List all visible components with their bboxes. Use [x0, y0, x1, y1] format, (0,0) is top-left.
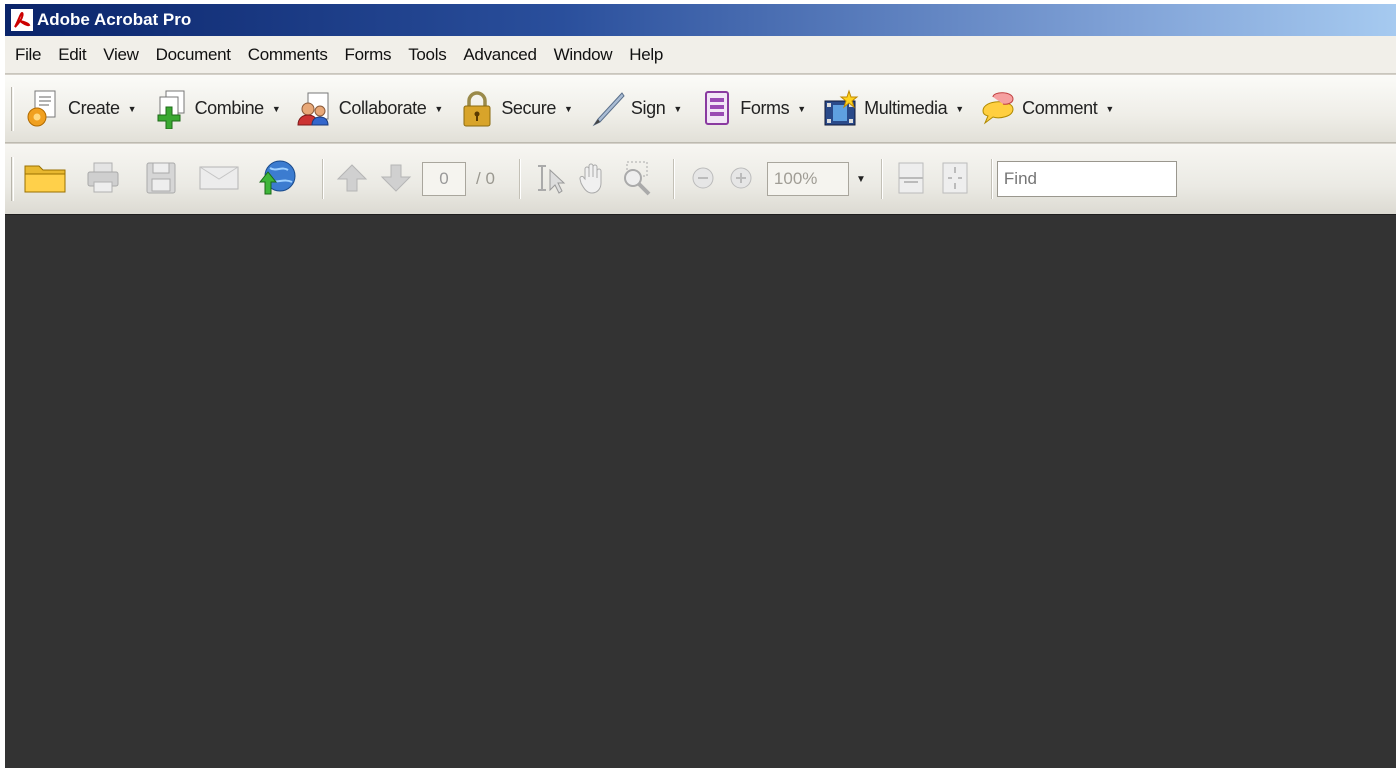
toolbar-separator — [880, 159, 883, 199]
acrobat-logo-icon — [11, 9, 33, 31]
arrow-down-icon — [380, 162, 412, 197]
marquee-zoom-button[interactable] — [619, 156, 655, 202]
menu-bar: File Edit View Document Comments Forms T… — [5, 36, 1396, 74]
title-bar: Adobe Acrobat Pro — [5, 4, 1396, 36]
document-area[interactable] — [5, 214, 1396, 768]
page-number-input[interactable]: 0 — [422, 162, 466, 196]
previous-page-button — [334, 156, 370, 202]
fit-width-icon — [896, 161, 926, 198]
next-page-button — [378, 156, 414, 202]
menu-help[interactable]: Help — [623, 45, 669, 65]
menu-document[interactable]: Document — [150, 45, 237, 65]
zoom-in-button — [723, 156, 759, 202]
chevron-down-icon: ▼ — [127, 103, 137, 114]
acrobat-window: Adobe Acrobat Pro File Edit View Documen… — [5, 4, 1396, 768]
sign-label: Sign — [630, 98, 666, 118]
toolbar-separator — [322, 159, 324, 199]
multimedia-label: Multimedia — [864, 98, 948, 118]
multimedia-button[interactable]: Multimedia ▼ — [818, 84, 970, 134]
toolbar-separator — [518, 159, 521, 199]
forms-label: Forms — [740, 98, 790, 118]
zoom-out-icon — [690, 165, 716, 194]
zoom-dropdown[interactable]: ▼ — [851, 162, 871, 196]
combine-files-icon — [151, 88, 191, 130]
email-button — [196, 156, 242, 202]
zoom-level-field[interactable]: 100% — [766, 162, 849, 196]
menu-comments[interactable]: Comments — [242, 45, 334, 65]
chevron-down-icon: ▼ — [434, 103, 444, 114]
collaborate-label: Collaborate — [338, 98, 427, 118]
lock-icon — [457, 88, 497, 130]
globe-upload-icon — [256, 158, 298, 201]
hand-icon — [576, 161, 610, 198]
save-button — [138, 156, 184, 202]
create-button[interactable]: Create ▼ — [22, 84, 143, 134]
chevron-down-icon: ▼ — [797, 103, 807, 114]
chevron-down-icon: ▼ — [855, 173, 866, 185]
toolbar-grip[interactable] — [11, 157, 14, 201]
floppy-disk-icon — [145, 161, 177, 198]
upload-share-button[interactable] — [254, 156, 300, 202]
zoom-marquee-icon — [619, 160, 655, 199]
printer-icon — [85, 161, 121, 198]
comment-icon — [978, 88, 1018, 130]
toolbar-separator — [672, 159, 675, 199]
toolbar-grip[interactable] — [11, 86, 14, 131]
chevron-down-icon: ▼ — [955, 103, 965, 114]
combine-label: Combine — [194, 98, 265, 118]
combine-button[interactable]: Combine ▼ — [149, 84, 287, 134]
comment-button[interactable]: Comment ▼ — [976, 84, 1120, 134]
zoom-in-icon — [728, 165, 754, 194]
create-pdf-icon — [24, 88, 64, 130]
menu-file[interactable]: File — [9, 45, 47, 65]
fit-page-button — [937, 156, 973, 202]
file-toolbar: 0 / 0 100% ▼ Find — [5, 144, 1396, 214]
toolbar-separator — [990, 159, 993, 199]
menu-window[interactable]: Window — [548, 45, 619, 65]
chevron-down-icon: ▼ — [563, 103, 573, 114]
open-button[interactable] — [22, 156, 68, 202]
fit-page-icon — [940, 161, 970, 198]
page-total: / 0 — [476, 169, 495, 188]
envelope-icon — [198, 163, 240, 196]
forms-button[interactable]: Forms ▼ — [694, 84, 812, 134]
menu-tools[interactable]: Tools — [402, 45, 452, 65]
menu-forms[interactable]: Forms — [339, 45, 398, 65]
chevron-down-icon: ▼ — [271, 103, 281, 114]
find-input[interactable] — [996, 161, 1177, 197]
tasks-toolbar: Create ▼ Combine ▼ Collaborate ▼ Secure … — [5, 75, 1396, 143]
pen-icon — [587, 88, 627, 130]
print-button — [80, 156, 126, 202]
menu-view[interactable]: View — [97, 45, 144, 65]
fit-width-button — [893, 156, 929, 202]
menu-edit[interactable]: Edit — [52, 45, 92, 65]
chevron-down-icon: ▼ — [1105, 103, 1115, 114]
menu-advanced[interactable]: Advanced — [457, 45, 542, 65]
collaborate-icon — [295, 88, 335, 130]
zoom-out-button — [685, 156, 721, 202]
create-label: Create — [68, 98, 120, 118]
sign-button[interactable]: Sign ▼ — [585, 84, 688, 134]
multimedia-icon — [820, 88, 860, 130]
window-title: Adobe Acrobat Pro — [37, 10, 192, 29]
forms-icon — [696, 88, 736, 130]
text-cursor-icon — [532, 162, 566, 197]
collaborate-button[interactable]: Collaborate ▼ — [293, 84, 450, 134]
select-tool-button[interactable] — [531, 156, 567, 202]
secure-label: Secure — [501, 98, 556, 118]
chevron-down-icon: ▼ — [673, 103, 683, 114]
comment-label: Comment — [1022, 98, 1098, 118]
secure-button[interactable]: Secure ▼ — [455, 84, 579, 134]
folder-icon — [23, 160, 67, 199]
arrow-up-icon — [336, 162, 368, 197]
hand-tool-button[interactable] — [575, 156, 611, 202]
